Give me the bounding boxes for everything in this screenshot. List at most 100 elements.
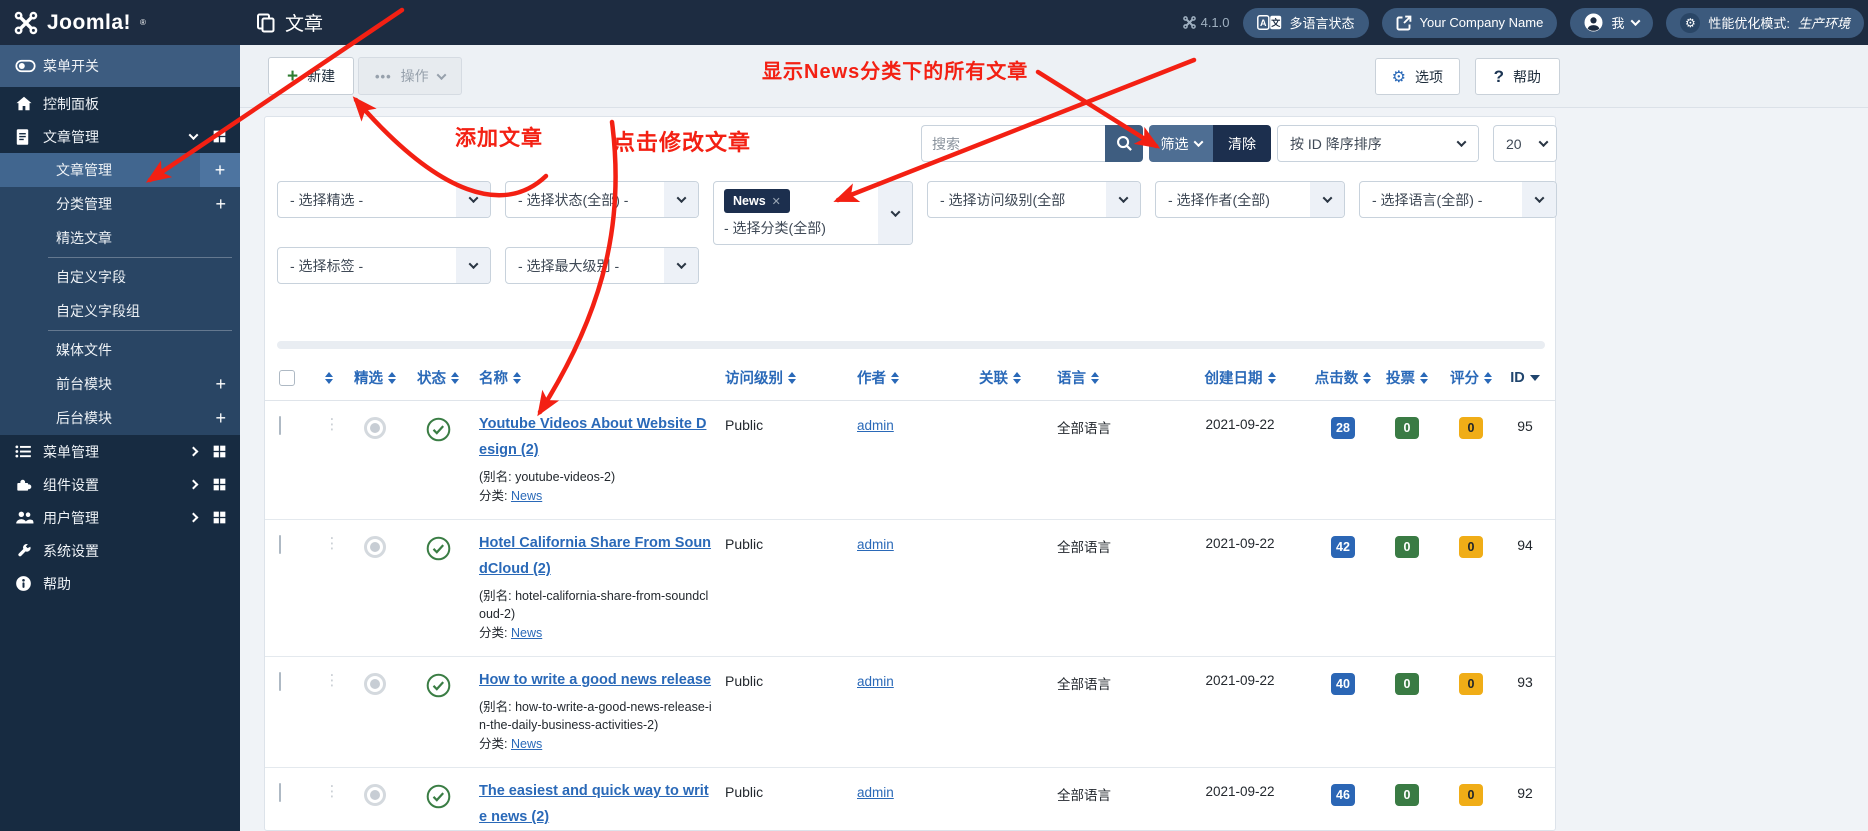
sidebar-item-articles-parent[interactable]: 文章管理: [0, 120, 240, 153]
column-author[interactable]: 作者: [837, 367, 957, 388]
clear-button[interactable]: 清除: [1213, 125, 1271, 162]
status-filter-select[interactable]: - 选择状态(全部) -: [505, 181, 699, 218]
column-featured[interactable]: 精选: [343, 367, 407, 388]
published-check-icon[interactable]: [426, 417, 451, 442]
votes-badge: 0: [1395, 417, 1419, 439]
category-link[interactable]: News: [511, 626, 542, 640]
submenu-divider: [48, 257, 232, 258]
max-levels-filter-select[interactable]: - 选择最大级别 -: [505, 247, 699, 284]
column-language[interactable]: 语言: [1045, 367, 1169, 388]
performance-mode-button[interactable]: ⚙ 性能优化模式: 生产环境: [1666, 7, 1864, 38]
sidebar-item-media[interactable]: 媒体文件: [0, 333, 240, 367]
column-created[interactable]: 创建日期: [1169, 367, 1311, 388]
drag-handle-icon[interactable]: ⋮: [309, 768, 343, 831]
published-check-icon[interactable]: [426, 784, 451, 809]
select-all-checkbox[interactable]: [279, 369, 295, 386]
sidebar-item-categories[interactable]: 分类管理 +: [0, 187, 240, 221]
actions-button[interactable]: ••• 操作: [358, 57, 462, 95]
drag-handle-icon[interactable]: ⋮: [309, 401, 343, 519]
row-checkbox[interactable]: [279, 535, 281, 554]
article-title-link[interactable]: Youtube Videos About Website Design (2): [479, 411, 713, 463]
category-link[interactable]: News: [511, 489, 542, 503]
featured-filter-select[interactable]: - 选择精选 -: [277, 181, 491, 218]
sort-order-select[interactable]: 按 ID 降序排序: [1277, 125, 1479, 162]
drag-handle-icon[interactable]: ⋮: [309, 657, 343, 767]
sidebar-item-components[interactable]: 组件设置: [0, 468, 240, 501]
article-title-link[interactable]: How to write a good news release: [479, 667, 713, 693]
sort-icon: [788, 371, 796, 384]
search-input[interactable]: [921, 125, 1105, 162]
sidebar-item-menus[interactable]: 菜单管理: [0, 435, 240, 468]
sidebar-item-help[interactable]: 帮助: [0, 567, 240, 600]
table-header: 精选 状态 名称 访问级别 作者 关联 语言 创建日期 点击数 投票 评分 ID: [265, 355, 1555, 401]
published-check-icon[interactable]: [426, 536, 451, 561]
row-checkbox[interactable]: [279, 416, 281, 435]
sidebar-item-users[interactable]: 用户管理: [0, 501, 240, 534]
article-title-link[interactable]: The easiest and quick way to write news …: [479, 778, 713, 830]
row-checkbox[interactable]: [279, 783, 281, 802]
featured-toggle-icon[interactable]: [364, 536, 386, 558]
sidebar-item-field-groups[interactable]: 自定义字段组: [0, 294, 240, 328]
column-id[interactable]: ID: [1503, 370, 1547, 386]
dashboard-grid-icon[interactable]: [213, 445, 226, 458]
author-link[interactable]: admin: [857, 674, 894, 689]
hits-badge: 42: [1331, 536, 1355, 558]
sidebar-item-label: 菜单开关: [43, 58, 99, 74]
search-button[interactable]: [1105, 125, 1143, 162]
filter-options-button[interactable]: 筛选: [1149, 125, 1213, 162]
created-date: 2021-09-22: [1205, 536, 1275, 551]
category-chip-news[interactable]: News ✕: [724, 189, 790, 213]
new-button[interactable]: + 新建: [268, 57, 355, 95]
add-site-module-icon[interactable]: +: [215, 374, 226, 395]
featured-toggle-icon[interactable]: [364, 417, 386, 439]
joomla-brand[interactable]: Joomla! ®: [0, 0, 240, 45]
language-filter-select[interactable]: - 选择语言(全部) -: [1359, 181, 1557, 218]
author-link[interactable]: admin: [857, 785, 894, 800]
category-filter-select[interactable]: News ✕ - 选择分类(全部): [713, 181, 913, 245]
sidebar-item-featured[interactable]: 精选文章: [0, 221, 240, 255]
author-link[interactable]: admin: [857, 537, 894, 552]
sidebar-item-site-modules[interactable]: 前台模块 +: [0, 367, 240, 401]
sidebar-item-articles[interactable]: 文章管理 +: [0, 153, 240, 187]
column-rating[interactable]: 评分: [1439, 367, 1503, 388]
tags-filter-select[interactable]: - 选择标签 -: [277, 247, 491, 284]
column-hits[interactable]: 点击数: [1311, 367, 1375, 388]
dashboard-grid-icon[interactable]: [213, 130, 226, 143]
topbar-right-cluster: 4.1.0 A 文 多语言状态 Your Company Name 我 ⚙ 性能…: [1182, 7, 1868, 38]
category-filter-value: - 选择分类(全部): [724, 220, 826, 236]
published-check-icon[interactable]: [426, 673, 451, 698]
sidebar-item-label: 用户管理: [43, 509, 99, 526]
column-association[interactable]: 关联: [957, 367, 1045, 388]
dashboard-grid-icon[interactable]: [213, 478, 226, 491]
user-menu-button[interactable]: 我: [1570, 7, 1654, 38]
add-admin-module-icon[interactable]: +: [215, 408, 226, 429]
column-title[interactable]: 名称: [469, 367, 713, 388]
add-category-icon[interactable]: +: [215, 194, 226, 215]
category-link[interactable]: News: [511, 737, 542, 751]
column-votes[interactable]: 投票: [1375, 367, 1439, 388]
company-preview-button[interactable]: Your Company Name: [1381, 7, 1558, 38]
sidebar-item-menu-toggle[interactable]: 菜单开关: [0, 45, 240, 87]
options-button[interactable]: ⚙ 选项: [1374, 58, 1460, 95]
column-ordering[interactable]: [309, 371, 343, 384]
sidebar-item-fields[interactable]: 自定义字段: [0, 260, 240, 294]
add-article-icon[interactable]: +: [200, 153, 240, 187]
sidebar-item-admin-modules[interactable]: 后台模块 +: [0, 401, 240, 435]
sidebar-item-system[interactable]: 系统设置: [0, 534, 240, 567]
remove-chip-icon[interactable]: ✕: [772, 195, 781, 208]
multilingual-status-button[interactable]: A 文 多语言状态: [1242, 7, 1369, 38]
author-filter-select[interactable]: - 选择作者(全部): [1155, 181, 1345, 218]
row-checkbox[interactable]: [279, 672, 281, 691]
drag-handle-icon[interactable]: ⋮: [309, 520, 343, 656]
article-title-link[interactable]: Hotel California Share From SoundCloud (…: [479, 530, 713, 582]
column-status[interactable]: 状态: [407, 367, 469, 388]
author-link[interactable]: admin: [857, 418, 894, 433]
sidebar-item-dashboard[interactable]: 控制面板: [0, 87, 240, 120]
column-access[interactable]: 访问级别: [713, 367, 837, 388]
page-size-select[interactable]: 20: [1493, 125, 1557, 162]
featured-toggle-icon[interactable]: [364, 673, 386, 695]
help-button[interactable]: ? 帮助: [1474, 58, 1560, 95]
access-filter-select[interactable]: - 选择访问级别(全部: [927, 181, 1141, 218]
dashboard-grid-icon[interactable]: [213, 511, 226, 524]
featured-toggle-icon[interactable]: [364, 784, 386, 806]
